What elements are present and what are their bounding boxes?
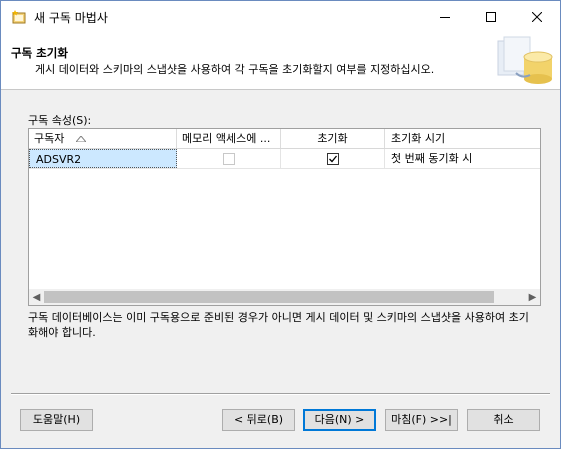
checkmark-icon [329,155,338,163]
close-button[interactable] [514,1,560,32]
close-icon [532,11,542,22]
database-graphic-icon [497,36,553,84]
initialize-checkbox[interactable] [327,153,339,165]
wizard-window: 새 구독 마법사 구독 초기화 게시 데이터와 스키마의 스냅샷을 사용하여 각… [0,0,561,449]
scroll-right-icon[interactable]: ▶ [525,289,540,305]
cancel-button[interactable]: 취소 [467,409,540,431]
init-when-cell[interactable]: 첫 번째 동기화 시 [385,149,540,168]
sort-ascending-icon [76,136,86,142]
horizontal-scrollbar[interactable]: ◀ ▶ [29,289,540,305]
finish-button[interactable]: 마침(F) >>| [385,409,458,431]
table-row[interactable]: ADSVR2 첫 번째 동기화 시 [29,149,540,169]
page-subtitle: 게시 데이터와 스키마의 스냅샷을 사용하여 각 구독을 초기화할지 여부를 지… [35,63,435,76]
maximize-icon [486,11,496,22]
column-header-label: 초기화 시기 [391,132,446,145]
minimize-button[interactable] [422,1,468,32]
window-title: 새 구독 마법사 [34,11,108,25]
initialize-cell[interactable] [281,149,385,168]
scrollbar-thumb[interactable] [44,291,494,303]
column-header-initialize[interactable]: 초기화 [281,129,385,148]
grid-header: 구독자 메모리 액세스에 ... 초기화 초기화 시기 [29,129,540,149]
column-header-label: 메모리 액세스에 ... [182,132,271,145]
description-text: 구독 데이터베이스는 이미 구독용으로 준비된 경우가 아니면 게시 데이터 및… [28,311,529,339]
subscription-grid[interactable]: 구독자 메모리 액세스에 ... 초기화 초기화 시기 ADSVR2 첫 번째 … [28,128,541,306]
scroll-left-icon[interactable]: ◀ [29,289,44,305]
column-header-subscriber[interactable]: 구독자 [29,129,177,148]
memory-access-checkbox [223,153,235,165]
wizard-header: 구독 초기화 게시 데이터와 스키마의 스냅샷을 사용하여 각 구독을 초기화할… [1,32,560,90]
footer-divider [11,393,550,395]
help-button[interactable]: 도움말(H) [20,409,93,431]
back-button[interactable]: < 뒤로(B) [222,409,295,431]
subscriber-cell[interactable]: ADSVR2 [29,149,177,168]
minimize-icon [440,16,450,18]
page-title: 구독 초기화 [11,46,68,60]
column-header-label: 구독자 [34,132,65,145]
column-header-init-when[interactable]: 초기화 시기 [385,129,540,148]
title-bar: 새 구독 마법사 [1,1,560,32]
column-header-memory-access[interactable]: 메모리 액세스에 ... [177,129,281,148]
column-header-label: 초기화 [317,132,348,145]
wizard-app-icon [12,10,26,24]
next-button[interactable]: 다음(N) > [303,409,376,431]
maximize-button[interactable] [468,1,514,32]
memory-access-cell [177,149,281,168]
subscription-properties-label: 구독 속성(S): [28,114,92,127]
